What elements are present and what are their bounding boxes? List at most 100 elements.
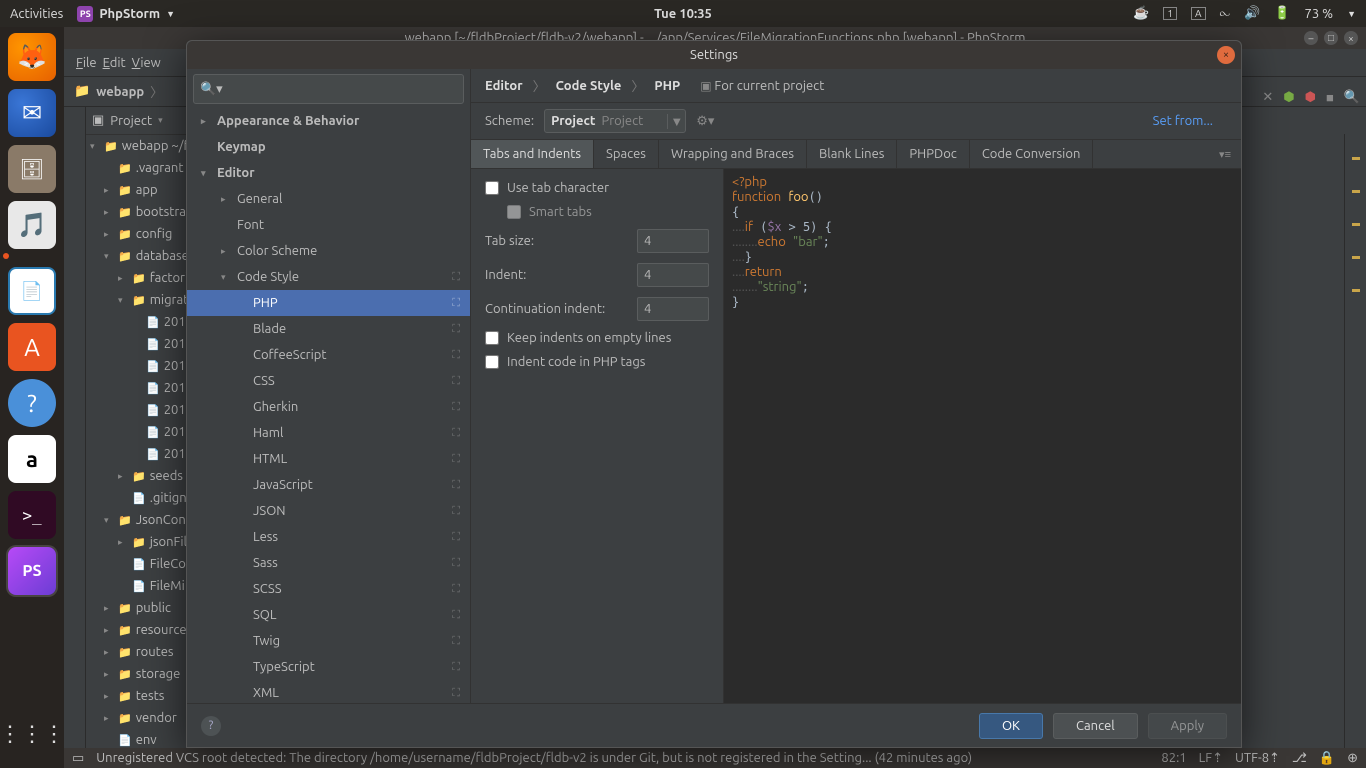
close-window-icon[interactable]: × bbox=[1344, 31, 1358, 45]
ok-button[interactable]: OK bbox=[979, 713, 1043, 739]
tab-tabs-and-indents[interactable]: Tabs and Indents bbox=[471, 140, 594, 168]
thunderbird-icon[interactable]: ✉ bbox=[8, 89, 56, 137]
tab-size-input[interactable] bbox=[637, 229, 709, 253]
close-icon[interactable]: × bbox=[1217, 46, 1235, 64]
tool-icon[interactable]: ✕ bbox=[1262, 90, 1273, 105]
menu-edit[interactable]: Edit bbox=[103, 56, 126, 70]
indent-php-checkbox[interactable]: Indent code in PHP tags bbox=[485, 355, 709, 369]
event-icon[interactable]: ▭ bbox=[72, 751, 84, 766]
set-from-link[interactable]: Set from... bbox=[1153, 114, 1227, 128]
tab-wrapping-and-braces[interactable]: Wrapping and Braces bbox=[659, 140, 807, 168]
line-sep[interactable]: LF⇡ bbox=[1199, 751, 1223, 766]
status-message[interactable]: Unregistered VCS root detected: The dire… bbox=[96, 751, 972, 765]
crumb-root[interactable]: webapp bbox=[96, 85, 144, 99]
tool-icon[interactable]: ■ bbox=[1326, 90, 1334, 105]
settings-category[interactable]: ▾Code Style⛶ bbox=[187, 264, 470, 290]
rhythmbox-icon[interactable]: 🎵 bbox=[8, 201, 56, 249]
settings-category[interactable]: SCSS⛶ bbox=[187, 576, 470, 602]
settings-category[interactable]: SQL⛶ bbox=[187, 602, 470, 628]
settings-tree[interactable]: ▸Appearance & BehaviorKeymap▾Editor▸Gene… bbox=[187, 108, 470, 703]
keep-empty-checkbox[interactable]: Keep indents on empty lines bbox=[485, 331, 709, 345]
gnome-top-bar: Activities PS PhpStorm▼ Tue 10:35 ☕ 1 A … bbox=[0, 0, 1366, 27]
tool-icon[interactable]: ⬢ bbox=[1305, 90, 1316, 105]
crumb-codestyle[interactable]: Code Style bbox=[556, 79, 622, 93]
help-icon[interactable]: ? bbox=[201, 716, 221, 736]
search-icon[interactable]: 🔍 bbox=[1344, 90, 1360, 105]
indicator-a-icon[interactable]: A bbox=[1191, 7, 1206, 20]
cont-indent-input[interactable] bbox=[637, 297, 709, 321]
ubuntu-software-icon[interactable]: A bbox=[8, 323, 56, 371]
scheme-select[interactable]: Project Project ▼ bbox=[544, 109, 686, 133]
lock-icon[interactable]: 🔒 bbox=[1319, 751, 1335, 766]
settings-category[interactable]: Blade⛶ bbox=[187, 316, 470, 342]
tab-spaces[interactable]: Spaces bbox=[594, 140, 659, 168]
ide-status-bar: ▭ Unregistered VCS root detected: The di… bbox=[64, 748, 1366, 768]
settings-category[interactable]: ▸Appearance & Behavior bbox=[187, 108, 470, 134]
settings-category[interactable]: Gherkin⛶ bbox=[187, 394, 470, 420]
amazon-icon[interactable]: a bbox=[8, 435, 56, 483]
settings-category[interactable]: Font bbox=[187, 212, 470, 238]
git-branch-icon[interactable]: ⎇ bbox=[1292, 751, 1307, 766]
dock: 🦊 ✉ 🗄 🎵 📄 A ? a >_ PS ⋮⋮⋮ bbox=[0, 27, 64, 768]
use-tab-checkbox[interactable]: Use tab character bbox=[485, 181, 709, 195]
help-icon[interactable]: ? bbox=[8, 379, 56, 427]
phpstorm-launcher-icon[interactable]: PS bbox=[8, 547, 56, 595]
maximize-icon[interactable]: □ bbox=[1324, 31, 1338, 45]
settings-search[interactable]: 🔍▾ bbox=[193, 74, 464, 104]
settings-category[interactable]: JSON⛶ bbox=[187, 498, 470, 524]
libreoffice-writer-icon[interactable]: 📄 bbox=[8, 267, 56, 315]
settings-category[interactable]: CoffeeScript⛶ bbox=[187, 342, 470, 368]
wifi-icon[interactable]: ⧜ bbox=[1220, 6, 1231, 21]
tab-size-label: Tab size: bbox=[485, 234, 534, 248]
settings-category[interactable]: JavaScript⛶ bbox=[187, 472, 470, 498]
firefox-icon[interactable]: 🦊 bbox=[8, 33, 56, 81]
cancel-button[interactable]: Cancel bbox=[1053, 713, 1138, 739]
gear-icon[interactable]: ⚙▾ bbox=[696, 114, 714, 129]
tab-code-conversion[interactable]: Code Conversion bbox=[970, 140, 1094, 168]
battery-icon[interactable]: 🔋 bbox=[1274, 6, 1290, 21]
search-icon: 🔍▾ bbox=[200, 82, 223, 97]
editor-markers bbox=[1352, 157, 1362, 322]
menu-view[interactable]: View bbox=[132, 56, 161, 70]
show-apps-icon[interactable]: ⋮⋮⋮ bbox=[8, 710, 56, 758]
settings-category[interactable]: XML⛶ bbox=[187, 680, 470, 703]
menu-file[interactable]: File bbox=[76, 56, 97, 70]
clock[interactable]: Tue 10:35 bbox=[654, 7, 712, 21]
settings-category[interactable]: ▸Color Scheme bbox=[187, 238, 470, 264]
indent-input[interactable] bbox=[637, 263, 709, 287]
tabs-overflow-icon[interactable]: ▾≡ bbox=[1209, 140, 1241, 168]
smart-tabs-checkbox[interactable]: Smart tabs bbox=[485, 205, 709, 219]
settings-category[interactable]: Sass⛶ bbox=[187, 550, 470, 576]
apply-button[interactable]: Apply bbox=[1148, 713, 1227, 739]
tab-blank-lines[interactable]: Blank Lines bbox=[807, 140, 897, 168]
crumb-editor[interactable]: Editor bbox=[485, 79, 523, 93]
tool-icon[interactable]: ⬢ bbox=[1283, 90, 1294, 105]
indicator-1-icon[interactable]: 1 bbox=[1163, 7, 1177, 20]
minimize-icon[interactable]: – bbox=[1304, 31, 1318, 45]
settings-category[interactable]: Twig⛶ bbox=[187, 628, 470, 654]
settings-category[interactable]: TypeScript⛶ bbox=[187, 654, 470, 680]
volume-icon[interactable]: 🔊 bbox=[1244, 6, 1260, 21]
settings-category[interactable]: CSS⛶ bbox=[187, 368, 470, 394]
settings-category[interactable]: ▸General bbox=[187, 186, 470, 212]
hector-icon[interactable]: ⊕ bbox=[1347, 751, 1358, 766]
phpstorm-icon: PS bbox=[77, 6, 93, 22]
settings-category[interactable]: Haml⛶ bbox=[187, 420, 470, 446]
settings-category[interactable]: HTML⛶ bbox=[187, 446, 470, 472]
files-icon[interactable]: 🗄 bbox=[8, 145, 56, 193]
terminal-icon[interactable]: >_ bbox=[8, 491, 56, 539]
settings-category[interactable]: PHP⛶ bbox=[187, 290, 470, 316]
system-menu-icon[interactable]: ▼ bbox=[1347, 9, 1356, 19]
encoding[interactable]: UTF-8⇡ bbox=[1235, 751, 1280, 766]
battery-percent: 73 % bbox=[1305, 7, 1334, 21]
settings-category[interactable]: ▾Editor bbox=[187, 160, 470, 186]
coffee-icon[interactable]: ☕ bbox=[1133, 6, 1149, 21]
settings-category[interactable]: Less⛶ bbox=[187, 524, 470, 550]
settings-category[interactable]: Keymap bbox=[187, 134, 470, 160]
folder-icon: 📁 bbox=[74, 84, 90, 99]
tool-stripe-left[interactable] bbox=[64, 107, 86, 748]
app-indicator[interactable]: PS PhpStorm▼ bbox=[77, 6, 175, 22]
activities-button[interactable]: Activities bbox=[10, 7, 63, 21]
caret-pos[interactable]: 82:1 bbox=[1161, 751, 1186, 765]
tab-phpdoc[interactable]: PHPDoc bbox=[897, 140, 969, 168]
